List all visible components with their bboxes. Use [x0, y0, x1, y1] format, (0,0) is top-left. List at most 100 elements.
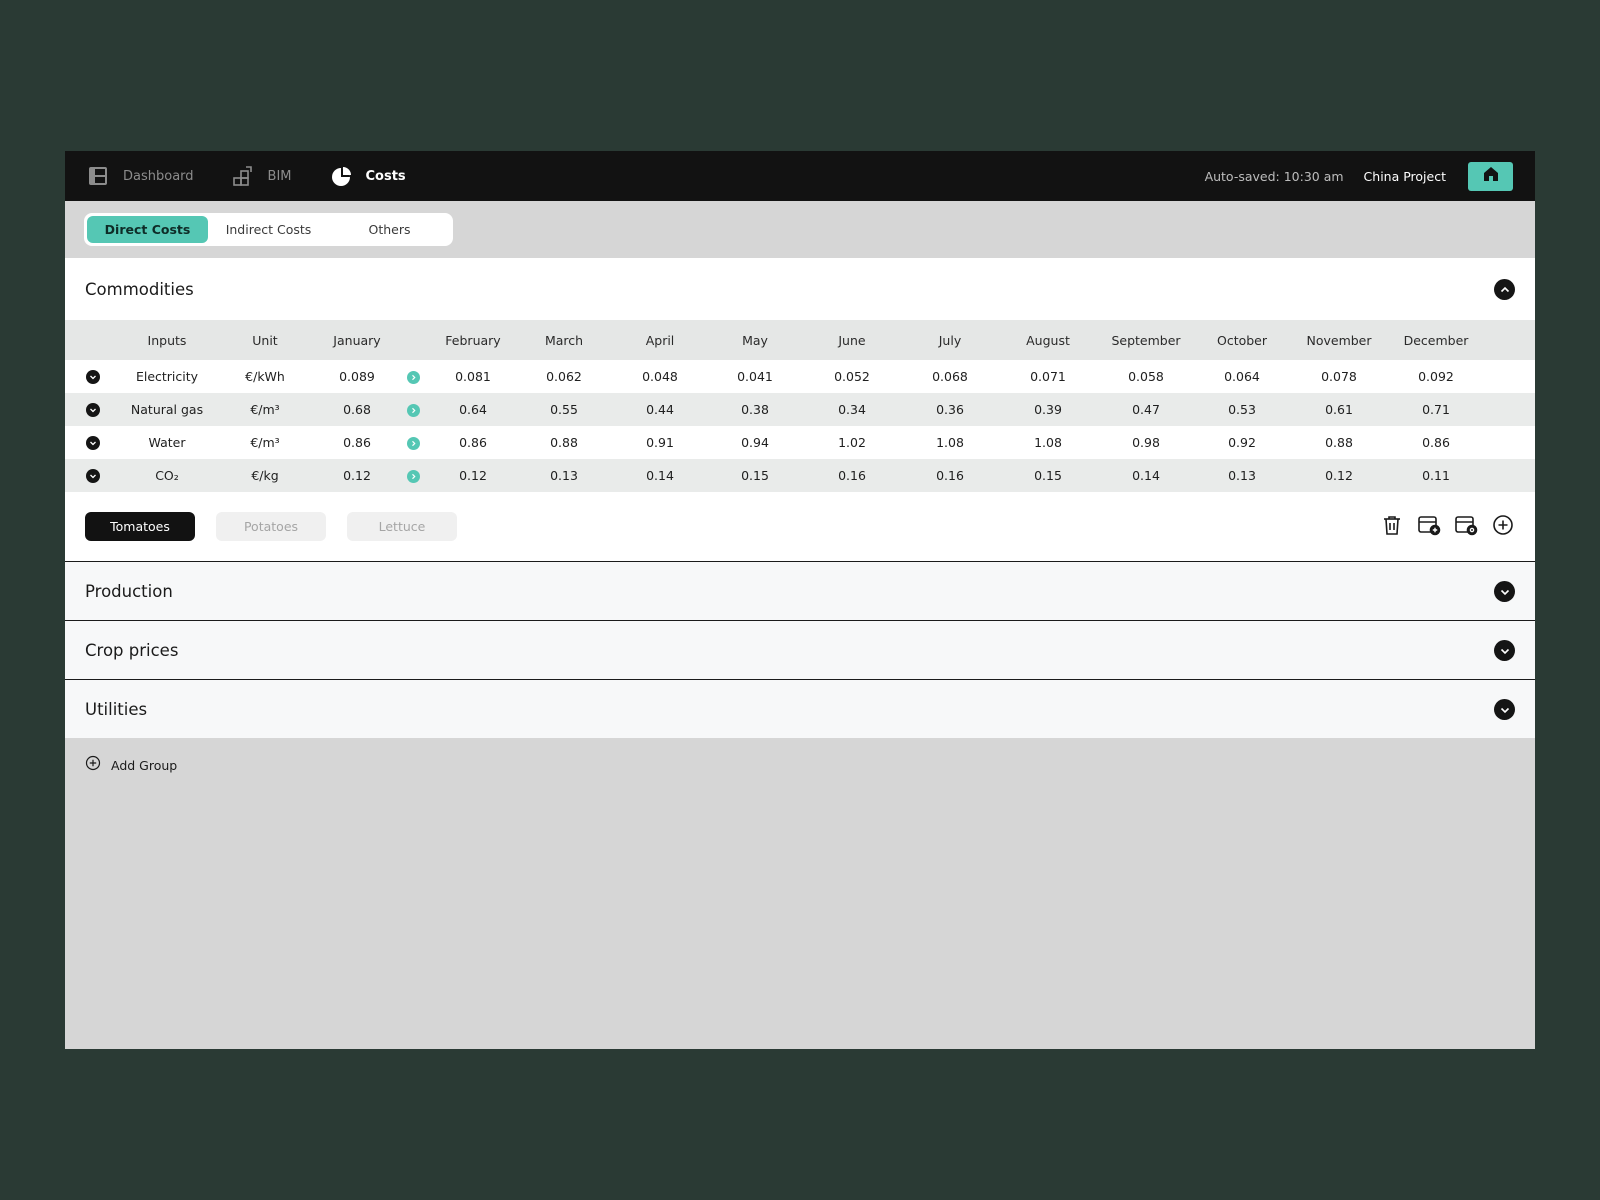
cell-value[interactable]: 1.02 — [802, 426, 902, 459]
table-header-row: Inputs Unit January February March April… — [65, 320, 1535, 360]
expand-crop-prices-button[interactable] — [1494, 639, 1515, 661]
table-settings-button[interactable] — [1454, 515, 1478, 539]
cell-value[interactable]: 0.048 — [612, 360, 708, 393]
cell-value[interactable]: 0.11 — [1388, 459, 1484, 492]
cell-value[interactable]: 0.44 — [612, 393, 708, 426]
cell-value[interactable]: 0.14 — [1098, 459, 1194, 492]
cell-value[interactable]: 0.34 — [802, 393, 902, 426]
row-expand-button[interactable] — [86, 436, 100, 451]
cell-value[interactable]: 0.15 — [708, 459, 802, 492]
fill-right-button[interactable] — [407, 437, 420, 450]
collapse-commodities-button[interactable] — [1494, 278, 1515, 300]
cell-value[interactable]: 0.071 — [998, 360, 1098, 393]
nav-dashboard[interactable]: Dashboard — [87, 165, 194, 187]
cost-tabs-bar: Direct Costs Indirect Costs Others — [65, 201, 1535, 258]
nav-bim-label: BIM — [267, 168, 292, 184]
cell-value[interactable]: 0.88 — [516, 426, 612, 459]
cell-input: Natural gas — [121, 393, 213, 426]
table-add-icon — [1417, 514, 1441, 540]
cell-value[interactable]: 0.47 — [1098, 393, 1194, 426]
nav-bim[interactable]: BIM — [232, 165, 292, 187]
chevron-down-icon — [1500, 700, 1510, 719]
cell-value[interactable]: 0.12 — [1290, 459, 1388, 492]
cell-value[interactable]: 0.64 — [430, 393, 516, 426]
cell-value[interactable]: 0.052 — [802, 360, 902, 393]
row-expand-button[interactable] — [86, 370, 100, 385]
crop-prices-section: Crop prices — [65, 621, 1535, 680]
nav-costs-label: Costs — [365, 168, 406, 184]
utilities-title: Utilities — [85, 699, 148, 719]
crop-prices-header[interactable]: Crop prices — [65, 621, 1535, 679]
utilities-section: Utilities — [65, 680, 1535, 738]
crop-selector-row: Tomatoes Potatoes Lettuce — [65, 492, 1535, 562]
cell-value[interactable]: 0.61 — [1290, 393, 1388, 426]
crop-prices-title: Crop prices — [85, 640, 179, 660]
cell-value[interactable]: 0.39 — [998, 393, 1098, 426]
col-july: July — [902, 320, 998, 360]
expand-utilities-button[interactable] — [1494, 698, 1515, 720]
crop-chip-potatoes[interactable]: Potatoes — [216, 512, 326, 541]
cell-value[interactable]: 0.36 — [902, 393, 998, 426]
cell-value[interactable]: 0.88 — [1290, 426, 1388, 459]
cell-value[interactable]: 0.062 — [516, 360, 612, 393]
cell-value[interactable]: 0.91 — [612, 426, 708, 459]
fill-right-button[interactable] — [407, 470, 420, 483]
fill-right-button[interactable] — [407, 371, 420, 384]
cell-value[interactable]: 0.55 — [516, 393, 612, 426]
cell-value[interactable]: 0.16 — [802, 459, 902, 492]
table-row: Water €/m³ 0.86 0.86 0.88 0.91 0.94 1.02… — [65, 426, 1535, 459]
cell-value[interactable]: 0.14 — [612, 459, 708, 492]
cell-value[interactable]: 0.058 — [1098, 360, 1194, 393]
cell-value[interactable]: 0.041 — [708, 360, 802, 393]
cell-input: Electricity — [121, 360, 213, 393]
cell-value[interactable]: 0.92 — [1194, 426, 1290, 459]
cell-value[interactable]: 0.12 — [430, 459, 516, 492]
cell-value[interactable]: 0.71 — [1388, 393, 1484, 426]
row-expand-button[interactable] — [86, 469, 100, 484]
add-group-button[interactable]: Add Group — [65, 738, 1535, 792]
cell-value[interactable]: 0.092 — [1388, 360, 1484, 393]
cell-value[interactable]: 0.38 — [708, 393, 802, 426]
cell-value[interactable]: 0.064 — [1194, 360, 1290, 393]
cell-value[interactable]: 0.13 — [516, 459, 612, 492]
delete-button[interactable] — [1380, 515, 1404, 539]
add-table-button[interactable] — [1417, 515, 1441, 539]
cell-value[interactable]: 0.68 — [317, 393, 397, 426]
production-header[interactable]: Production — [65, 562, 1535, 620]
home-button[interactable] — [1468, 161, 1513, 191]
nav-costs[interactable]: Costs — [330, 165, 406, 187]
cell-value[interactable]: 0.86 — [1388, 426, 1484, 459]
project-name[interactable]: China Project — [1364, 169, 1446, 184]
cell-value[interactable]: 0.86 — [317, 426, 397, 459]
cell-value[interactable]: 0.13 — [1194, 459, 1290, 492]
cell-value[interactable]: 0.12 — [317, 459, 397, 492]
nav-dashboard-label: Dashboard — [123, 168, 194, 184]
cell-value[interactable]: 0.86 — [430, 426, 516, 459]
utilities-header[interactable]: Utilities — [65, 680, 1535, 738]
production-section: Production — [65, 562, 1535, 621]
cell-value[interactable]: 0.068 — [902, 360, 998, 393]
crop-chip-tomatoes[interactable]: Tomatoes — [85, 512, 195, 541]
cell-value[interactable]: 0.089 — [317, 360, 397, 393]
cell-value[interactable]: 0.98 — [1098, 426, 1194, 459]
chevron-down-icon — [1500, 641, 1510, 660]
cell-value[interactable]: 0.081 — [430, 360, 516, 393]
cell-value[interactable]: 1.08 — [902, 426, 998, 459]
cell-value[interactable]: 0.53 — [1194, 393, 1290, 426]
tab-others[interactable]: Others — [329, 216, 450, 243]
col-june: June — [802, 320, 902, 360]
cost-tabs: Direct Costs Indirect Costs Others — [84, 213, 453, 246]
col-april: April — [612, 320, 708, 360]
cell-value[interactable]: 0.16 — [902, 459, 998, 492]
cell-value[interactable]: 0.94 — [708, 426, 802, 459]
add-row-button[interactable] — [1491, 514, 1515, 539]
cell-value[interactable]: 1.08 — [998, 426, 1098, 459]
tab-indirect-costs[interactable]: Indirect Costs — [208, 216, 329, 243]
fill-right-button[interactable] — [407, 404, 420, 417]
cell-value[interactable]: 0.15 — [998, 459, 1098, 492]
cell-value[interactable]: 0.078 — [1290, 360, 1388, 393]
expand-production-button[interactable] — [1494, 580, 1515, 602]
row-expand-button[interactable] — [86, 403, 100, 418]
crop-chip-lettuce[interactable]: Lettuce — [347, 512, 457, 541]
tab-direct-costs[interactable]: Direct Costs — [87, 216, 208, 243]
